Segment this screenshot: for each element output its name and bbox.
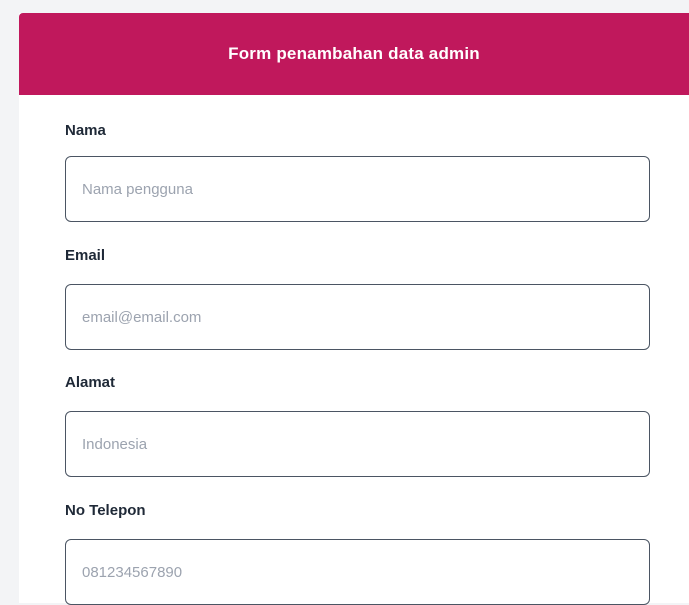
- name-input[interactable]: Nama pengguna: [65, 156, 650, 222]
- address-input-placeholder: Indonesia: [82, 435, 148, 453]
- phone-input-placeholder: 081234567890: [82, 563, 183, 581]
- phone-field-group: No Telepon 081234567890: [65, 501, 689, 605]
- form-header: Form penambahan data admin: [19, 13, 689, 95]
- address-label: Alamat: [65, 374, 116, 391]
- phone-label: No Telepon: [65, 502, 146, 519]
- admin-form: Nama Nama pengguna Email email@email.com…: [19, 121, 689, 605]
- form-title: Form penambahan data admin: [228, 44, 480, 63]
- email-label: Email: [65, 247, 106, 264]
- name-field-group: Nama Nama pengguna: [65, 121, 689, 222]
- phone-input[interactable]: 081234567890: [65, 539, 650, 605]
- admin-form-card: Form penambahan data admin Nama Nama pen…: [19, 13, 689, 605]
- email-field-group: Email email@email.com: [65, 246, 689, 350]
- name-label: Nama: [65, 122, 106, 139]
- address-field-group: Alamat Indonesia: [65, 373, 689, 477]
- address-input[interactable]: Indonesia: [65, 411, 650, 477]
- email-input-placeholder: email@email.com: [82, 308, 202, 326]
- name-input-placeholder: Nama pengguna: [82, 180, 193, 198]
- email-input[interactable]: email@email.com: [65, 284, 650, 350]
